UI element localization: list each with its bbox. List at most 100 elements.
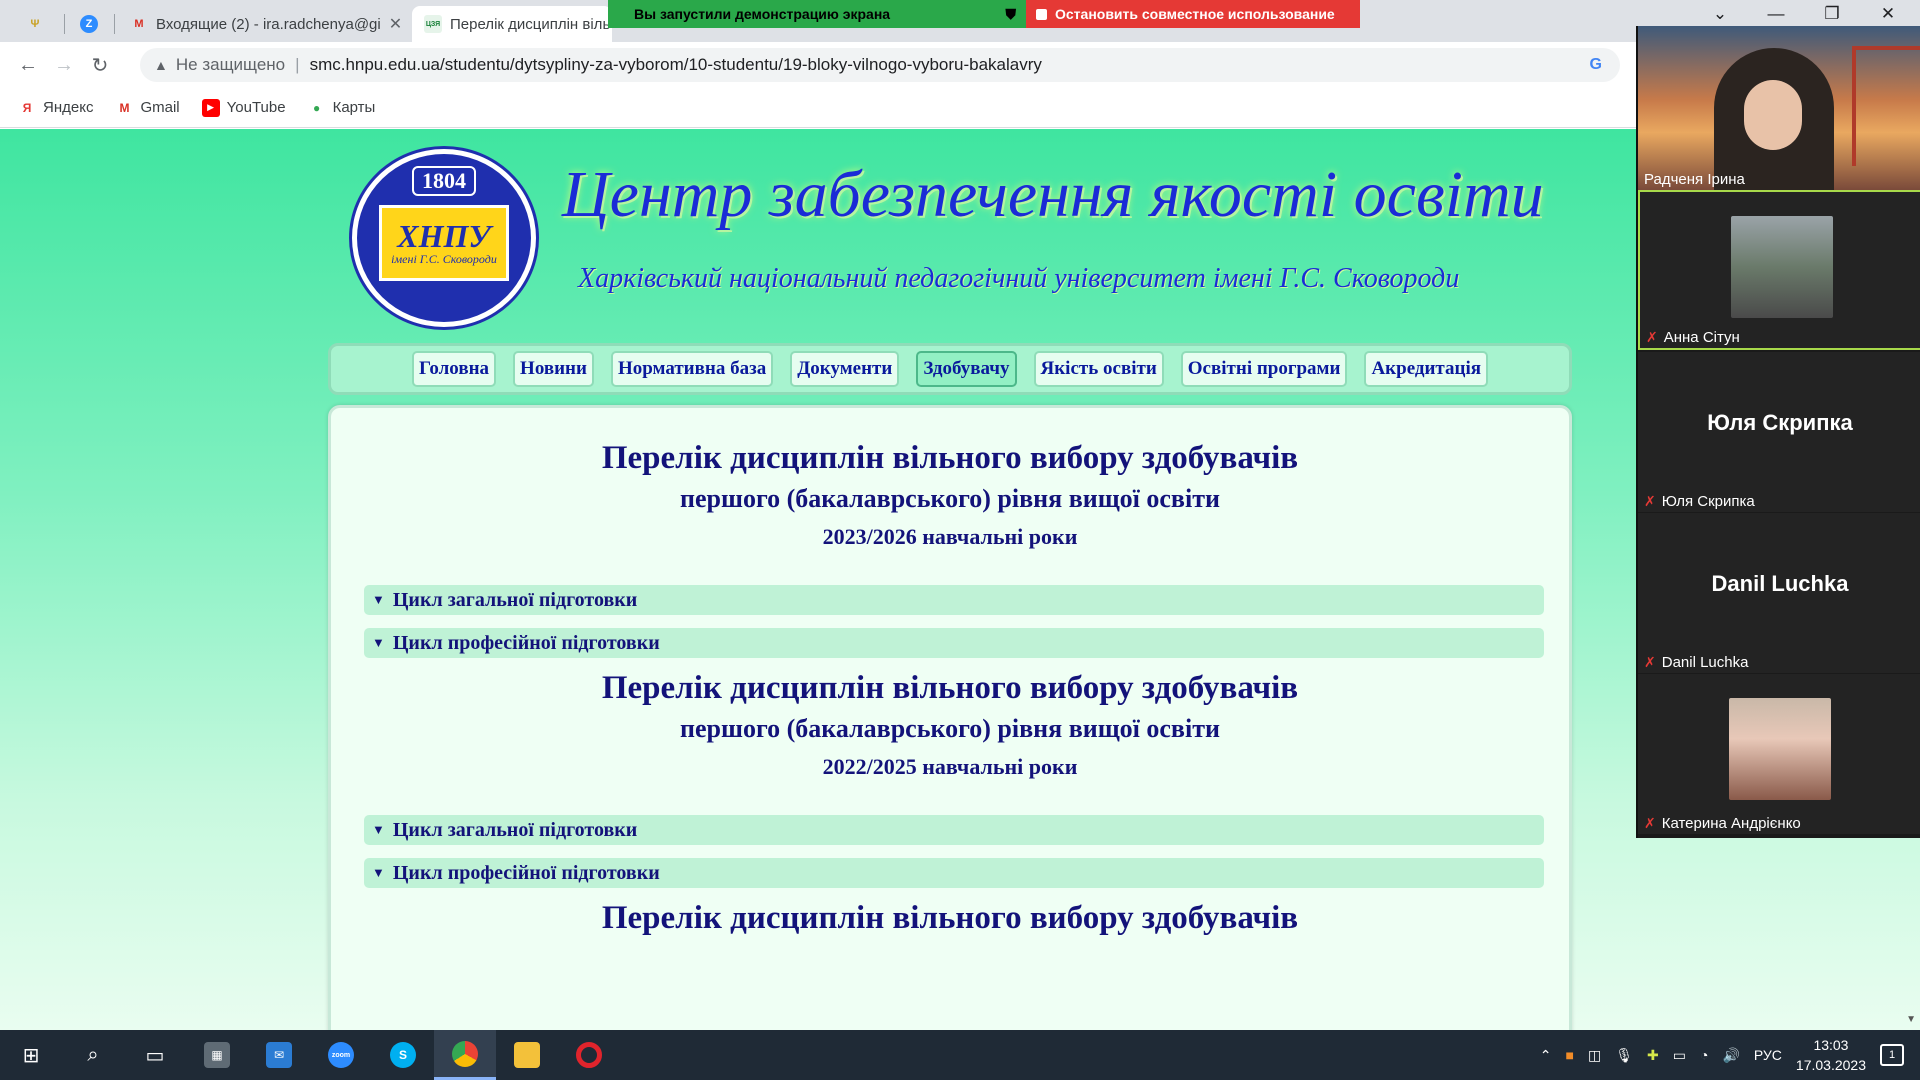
menu-item-programs[interactable]: Освітні програми <box>1180 351 1348 387</box>
zoom-icon: Z <box>80 15 98 33</box>
video-tile[interactable]: Danil Luchka ✗ Danil Luchka <box>1638 513 1920 673</box>
menu-item-home[interactable]: Головна <box>411 351 497 387</box>
bookmark-label: Яндекс <box>43 99 94 116</box>
mail-icon[interactable]: ✉ <box>248 1030 310 1080</box>
gmail-icon: M <box>134 18 144 30</box>
block-years: 2022/2025 навчальні роки <box>822 754 1078 779</box>
main-menu: Головна Новини Нормативна база Документи… <box>328 343 1572 395</box>
tab-ua[interactable]: Ψ <box>14 6 60 42</box>
accordion-general-cycle[interactable]: ▼ Цикл загальної підготовки <box>364 815 1544 845</box>
video-panel: Радченя Ірина ✗ Анна Сітун Юля Скрипка ✗… <box>1636 26 1920 838</box>
close-icon[interactable]: ✕ <box>389 14 402 34</box>
opera-glyph <box>576 1042 602 1068</box>
camera-icon[interactable]: ◫ <box>1588 1047 1601 1064</box>
search-icon[interactable]: ⌕ <box>62 1030 124 1080</box>
security-status: Не защищено <box>175 55 286 74</box>
video-tile-main[interactable]: Радченя Ірина <box>1638 26 1920 190</box>
participant-face <box>1744 80 1802 150</box>
window-close-icon[interactable]: ✕ <box>1868 4 1908 24</box>
skype-glyph: S <box>390 1042 416 1068</box>
video-tile[interactable]: Юля Скрипка ✗ Юля Скрипка <box>1638 352 1920 512</box>
participant-label: ✗ Юля Скрипка <box>1644 493 1755 510</box>
opera-icon[interactable] <box>558 1030 620 1080</box>
site-title: Центр забезпечення якості освіти <box>562 158 1544 231</box>
block-title-partial: Перелік дисциплін вільного вибору здобув… <box>601 900 1299 936</box>
google-icon[interactable]: G <box>1590 56 1602 74</box>
tab-title: Входящие (2) - ira.radchenya@gi <box>156 15 381 33</box>
clock[interactable]: 13:03 17.03.2023 <box>1796 1035 1866 1075</box>
zoom-glyph: zoom <box>328 1042 354 1068</box>
bookmark-gmail[interactable]: M Gmail <box>115 99 179 117</box>
notifications-icon[interactable]: 1 <box>1880 1044 1904 1066</box>
tab-active[interactable]: ЦЗЯ Перелік дисциплін віль <box>412 6 612 42</box>
bookmark-youtube[interactable]: ▶ YouTube <box>201 98 286 117</box>
forward-icon[interactable]: → <box>46 54 82 77</box>
taskbar: ⊞ ⌕ ▭ ▦ ✉ zoom S ⌃ ■ ◫ 🎙 ✚ ▭ ◔ 🔊 РУС 13:… <box>0 1030 1920 1080</box>
maps-icon: ● <box>312 100 321 115</box>
update-icon[interactable]: ✚ <box>1647 1047 1659 1064</box>
mic-muted-icon: ✗ <box>1644 815 1656 831</box>
participant-name: Юля Скрипка <box>1661 493 1755 510</box>
chrome-icon[interactable] <box>434 1030 496 1080</box>
tab-gmail[interactable]: M Входящие (2) - ira.radchenya@gi ✕ <box>118 6 408 42</box>
skype-icon[interactable]: S <box>372 1030 434 1080</box>
bookmark-maps[interactable]: ● Карты <box>308 99 375 117</box>
chevron-up-icon[interactable]: ⌃ <box>1540 1047 1552 1064</box>
menu-item-students[interactable]: Здобувачу <box>916 351 1017 387</box>
stop-share-label: Остановить совместное использование <box>1055 6 1335 22</box>
clock-time: 13:03 <box>1813 1037 1849 1053</box>
accordion-professional-cycle[interactable]: ▼ Цикл професійної підготовки <box>364 858 1544 888</box>
video-tile[interactable]: ✗ Анна Сітун <box>1638 190 1920 350</box>
participant-label: ✗ Анна Сітун <box>1646 329 1740 346</box>
file-explorer-icon[interactable] <box>496 1030 558 1080</box>
task-view-icon[interactable]: ▭ <box>124 1030 186 1080</box>
menu-item-quality[interactable]: Якість освіти <box>1033 351 1164 387</box>
minimize-icon[interactable]: — <box>1756 4 1796 24</box>
language-indicator[interactable]: РУС <box>1754 1047 1782 1063</box>
browser-toolbar: ← → ↻ ▲ Не защищено | smc.hnpu.edu.ua/st… <box>0 42 1920 88</box>
bookmark-yandex[interactable]: Я Яндекс <box>18 99 94 117</box>
url-text: smc.hnpu.edu.ua/studentu/dytsypliny-za-v… <box>309 55 1042 74</box>
accordion-label: Цикл професійної підготовки <box>392 631 660 654</box>
gmail-icon: M <box>119 100 130 115</box>
battery-icon[interactable]: ▭ <box>1673 1047 1686 1064</box>
logo-plate: ХНПУ імені Г.С. Сковороди <box>379 205 509 281</box>
video-tile[interactable]: ✗ Катерина Андрієнко <box>1638 674 1920 834</box>
menu-item-news[interactable]: Новини <box>513 351 594 387</box>
accordion-professional-cycle[interactable]: ▼ Цикл професійної підготовки <box>364 628 1544 658</box>
calculator-glyph: ▦ <box>204 1042 230 1068</box>
menu-item-regulations[interactable]: Нормативна база <box>610 351 774 387</box>
block-level: першого (бакалаврського) рівня вищої осв… <box>680 484 1220 513</box>
app-tray-icon[interactable]: ■ <box>1566 1047 1574 1063</box>
calculator-icon[interactable]: ▦ <box>186 1030 248 1080</box>
accordion-general-cycle[interactable]: ▼ Цикл загальної підготовки <box>364 585 1544 615</box>
reload-icon[interactable]: ↻ <box>82 53 118 78</box>
accordion-label: Цикл загальної підготовки <box>392 818 638 841</box>
menu-item-accreditation[interactable]: Акредитація <box>1364 351 1488 387</box>
tab-search-chevron-icon[interactable]: ⌄ <box>1700 4 1740 24</box>
bookmark-label: Gmail <box>140 99 180 116</box>
chevron-down-icon: ▼ <box>372 865 385 880</box>
participant-photo <box>1729 698 1831 800</box>
back-icon[interactable]: ← <box>10 54 46 77</box>
tab-zoom[interactable]: Z <box>68 6 114 42</box>
scroll-down-icon[interactable]: ▼ <box>1906 1014 1916 1025</box>
zoom-icon[interactable]: zoom <box>310 1030 372 1080</box>
participant-name: Радченя Ірина <box>1644 171 1745 188</box>
shield-icon: ⛊ <box>1005 5 1017 22</box>
stop-share-button[interactable]: Остановить совместное использование <box>1026 0 1360 28</box>
wifi-icon[interactable]: ◔ <box>1700 1047 1708 1063</box>
restore-icon[interactable]: ❐ <box>1812 4 1852 24</box>
volume-icon[interactable]: 🔊 <box>1722 1047 1739 1064</box>
microphone-icon[interactable]: 🎙 <box>1615 1047 1633 1064</box>
university-logo[interactable]: 1804 ХНПУ імені Г.С. Сковороди <box>352 149 536 327</box>
address-bar[interactable]: ▲ Не защищено | smc.hnpu.edu.ua/studentu… <box>140 48 1620 82</box>
block-level: першого (бакалаврського) рівня вищої осв… <box>680 714 1220 743</box>
system-tray: ⌃ ■ ◫ 🎙 ✚ ▭ ◔ 🔊 РУС 13:03 17.03.2023 1 <box>1540 1030 1920 1080</box>
start-icon[interactable]: ⊞ <box>0 1030 62 1080</box>
menu-item-documents[interactable]: Документи <box>790 351 900 387</box>
content-panel: Перелік дисциплін вільного вибору здобув… <box>328 405 1572 1030</box>
participant-placeholder-name: Danil Luchka <box>1711 571 1849 596</box>
ua-trident-icon: Ψ <box>30 18 40 30</box>
clock-date: 17.03.2023 <box>1795 1057 1866 1073</box>
